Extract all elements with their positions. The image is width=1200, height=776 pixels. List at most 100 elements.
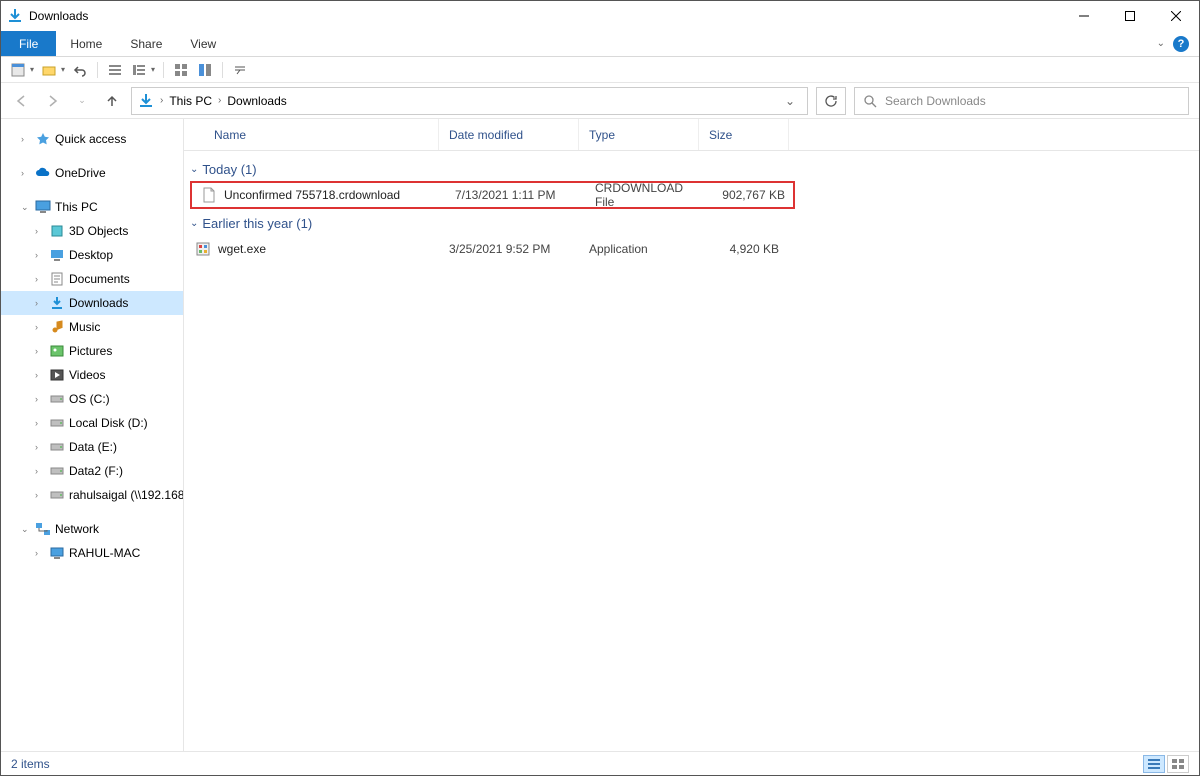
up-button[interactable] xyxy=(101,90,123,112)
sidebar-item-label: RAHUL-MAC xyxy=(69,546,140,560)
sidebar-item-label: Quick access xyxy=(55,132,126,146)
qat-view-list-icon[interactable] xyxy=(106,61,124,79)
sidebar-item[interactable]: › Data2 (F:) xyxy=(1,459,183,483)
maximize-button[interactable] xyxy=(1107,1,1153,31)
column-type[interactable]: Type xyxy=(579,119,699,150)
group-header[interactable]: ⌄ Earlier this year (1) xyxy=(184,211,1199,235)
drive-icon xyxy=(49,391,65,407)
breadcrumb-current[interactable]: Downloads xyxy=(227,94,286,108)
chevron-right-icon[interactable]: › xyxy=(35,322,45,332)
close-button[interactable] xyxy=(1153,1,1199,31)
qat-properties-icon[interactable] xyxy=(9,61,27,79)
sidebar-item-label: Data2 (F:) xyxy=(69,464,123,478)
sidebar-item-label: Local Disk (D:) xyxy=(69,416,148,430)
chevron-right-icon[interactable]: › xyxy=(35,346,45,356)
sidebar-item[interactable]: ›OS (C:) xyxy=(1,387,183,411)
qat-dropdown-icon[interactable]: ▾ xyxy=(151,65,155,74)
tab-share[interactable]: Share xyxy=(116,31,176,56)
pc-icon xyxy=(35,199,51,215)
file-list[interactable]: ⌄ Today (1)Unconfirmed 755718.crdownload… xyxy=(184,151,1199,751)
chevron-right-icon[interactable]: › xyxy=(21,168,31,178)
qat-dropdown-icon[interactable]: ▾ xyxy=(61,65,65,74)
column-size[interactable]: Size xyxy=(699,119,789,150)
sidebar-item[interactable]: ›Pictures xyxy=(1,339,183,363)
chevron-right-icon[interactable]: › xyxy=(35,226,45,236)
chevron-right-icon[interactable]: › xyxy=(21,134,31,144)
file-row[interactable]: Unconfirmed 755718.crdownload 7/13/2021 1… xyxy=(190,181,795,209)
sidebar-item-label: This PC xyxy=(55,200,98,214)
address-expand-icon[interactable]: ⌄ xyxy=(779,94,801,108)
sidebar-item-label: Data (E:) xyxy=(69,440,117,454)
ribbon-tabs: File Home Share View ⌄ ? xyxy=(1,31,1199,57)
sidebar-item[interactable]: ›Desktop xyxy=(1,243,183,267)
qat-view-details-icon[interactable] xyxy=(130,61,148,79)
sidebar-item[interactable]: › Local Disk (D:) xyxy=(1,411,183,435)
file-name: wget.exe xyxy=(218,242,266,256)
music-icon xyxy=(49,319,65,335)
qat-dropdown-icon[interactable]: ▾ xyxy=(30,65,34,74)
pic-icon xyxy=(49,343,65,359)
group-header[interactable]: ⌄ Today (1) xyxy=(184,157,1199,181)
qat-view-content-icon[interactable] xyxy=(196,61,214,79)
chevron-right-icon[interactable]: › xyxy=(35,418,45,428)
vid-icon xyxy=(49,367,65,383)
sidebar-item[interactable]: › Videos xyxy=(1,363,183,387)
sidebar-item-label: Documents xyxy=(69,272,130,286)
file-date: 7/13/2021 1:11 PM xyxy=(445,188,585,202)
sidebar-quick-access[interactable]: › Quick access xyxy=(1,127,183,151)
qat-undo-icon[interactable] xyxy=(71,61,89,79)
chevron-right-icon[interactable]: › xyxy=(35,250,45,260)
sidebar-onedrive[interactable]: › OneDrive xyxy=(1,161,183,185)
tab-file[interactable]: File xyxy=(1,31,56,56)
chevron-down-icon[interactable]: ⌄ xyxy=(21,202,31,213)
sidebar-item[interactable]: ›rahulsaigal (\\192.168 xyxy=(1,483,183,507)
sidebar-item[interactable]: ›3D Objects xyxy=(1,219,183,243)
chevron-right-icon[interactable]: › xyxy=(35,370,45,380)
chevron-right-icon[interactable]: › xyxy=(35,274,45,284)
view-large-icons-button[interactable] xyxy=(1167,755,1189,773)
forward-button[interactable] xyxy=(41,90,63,112)
address-bar[interactable]: › This PC › Downloads ⌄ xyxy=(131,87,808,115)
qat-customize-icon[interactable] xyxy=(231,61,249,79)
chevron-down-icon[interactable]: ⌄ xyxy=(21,524,31,535)
chevron-down-icon: ⌄ xyxy=(190,218,198,229)
qat-view-tiles-icon[interactable] xyxy=(172,61,190,79)
downloads-icon xyxy=(138,93,154,109)
chevron-right-icon[interactable]: › xyxy=(35,490,45,500)
chevron-right-icon[interactable]: › xyxy=(35,394,45,404)
sidebar-item[interactable]: ›Music xyxy=(1,315,183,339)
help-button[interactable]: ? xyxy=(1173,36,1189,52)
sidebar-item[interactable]: › RAHUL-MAC xyxy=(1,541,183,565)
chevron-right-icon[interactable]: › xyxy=(218,95,221,106)
breadcrumb-root[interactable]: This PC xyxy=(169,94,212,108)
file-row[interactable]: wget.exe3/25/2021 9:52 PMApplication4,92… xyxy=(184,235,1199,263)
chevron-right-icon[interactable]: › xyxy=(35,298,45,308)
tab-home[interactable]: Home xyxy=(56,31,116,56)
back-button[interactable] xyxy=(11,90,33,112)
downloads-icon xyxy=(7,8,23,24)
search-box[interactable] xyxy=(854,87,1189,115)
chevron-right-icon[interactable]: › xyxy=(35,442,45,452)
title-bar: Downloads xyxy=(1,1,1199,31)
sidebar-network[interactable]: ⌄ Network xyxy=(1,517,183,541)
refresh-button[interactable] xyxy=(816,87,846,115)
column-name[interactable]: Name xyxy=(184,119,439,150)
sidebar-item[interactable]: › Data (E:) xyxy=(1,435,183,459)
recent-dropdown-icon[interactable]: ⌄ xyxy=(71,90,93,112)
sidebar-item-label: Videos xyxy=(69,368,105,382)
tab-view[interactable]: View xyxy=(176,31,230,56)
chevron-right-icon[interactable]: › xyxy=(35,548,45,558)
column-date[interactable]: Date modified xyxy=(439,119,579,150)
sidebar-item[interactable]: ›Downloads xyxy=(1,291,183,315)
sidebar-this-pc[interactable]: ⌄ This PC xyxy=(1,195,183,219)
chevron-right-icon[interactable]: › xyxy=(35,466,45,476)
search-input[interactable] xyxy=(885,94,1180,108)
file-name: Unconfirmed 755718.crdownload xyxy=(224,188,400,202)
sidebar-item[interactable]: › Documents xyxy=(1,267,183,291)
view-details-button[interactable] xyxy=(1143,755,1165,773)
chevron-right-icon[interactable]: › xyxy=(160,95,163,106)
minimize-button[interactable] xyxy=(1061,1,1107,31)
ribbon-expand-icon[interactable]: ⌄ xyxy=(1157,38,1165,49)
file-icon xyxy=(202,187,216,203)
qat-new-folder-icon[interactable] xyxy=(40,61,58,79)
